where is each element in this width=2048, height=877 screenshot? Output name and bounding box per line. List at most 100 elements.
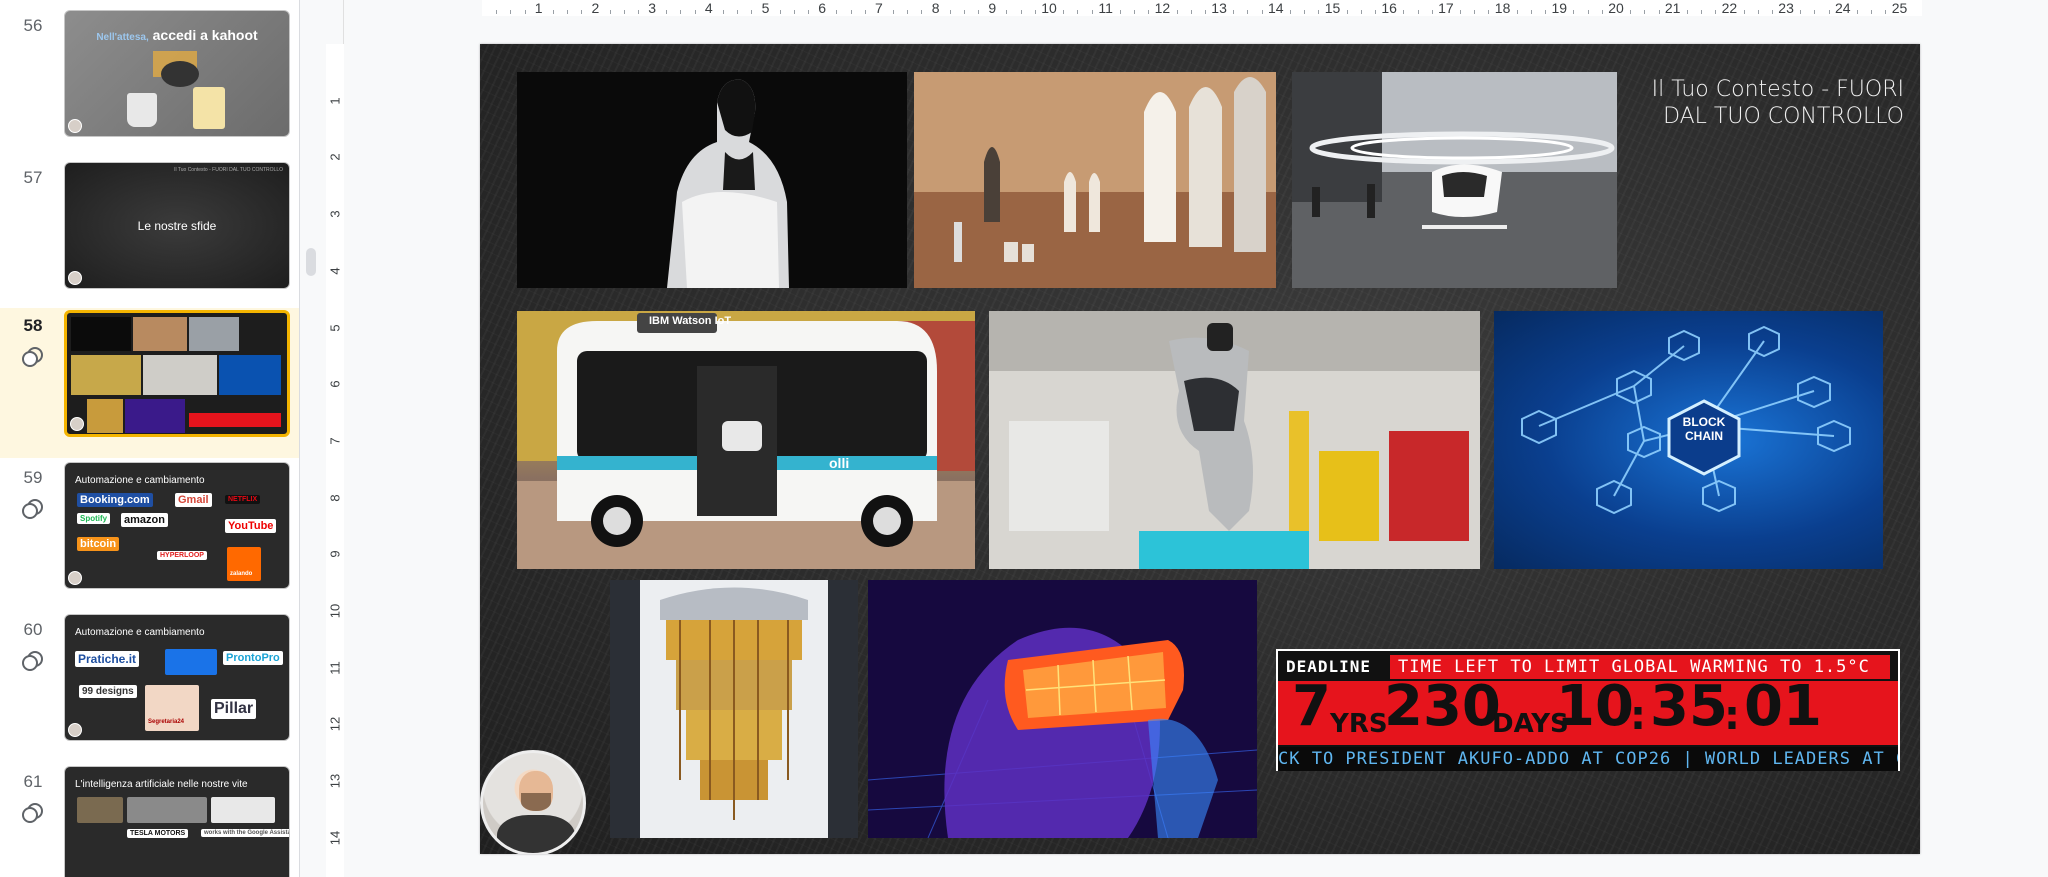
avatar — [68, 571, 82, 585]
vertical-ruler[interactable]: 1 2 3 4 5 6 7 8 9 10 11 12 13 14 — [326, 44, 344, 877]
avatar — [68, 723, 82, 737]
ruler-minor-tick — [1828, 10, 1830, 14]
ruler-tick-label: 17 — [1438, 0, 1454, 16]
ruler-tick-label: 22 — [1721, 0, 1738, 16]
clock-years-unit: YRS — [1330, 709, 1388, 739]
clock-seconds: 01 — [1744, 674, 1822, 739]
avatar — [70, 417, 84, 431]
filmstrip-slide-61[interactable]: 61 L'intelligenza artificiale nelle nost… — [0, 764, 299, 877]
ruler-minor-tick — [1488, 10, 1490, 14]
ruler-tick-label: 21 — [1664, 0, 1681, 16]
filmstrip-slide-58[interactable]: 58 — [0, 308, 299, 458]
slide-thumbnail[interactable]: Automazione e cambiamento Booking.com Gm… — [64, 462, 290, 589]
slide-filmstrip[interactable]: 56 Nell'attesa, accedi a kahoot 57 Il Tu… — [0, 0, 300, 877]
slide-number: 58 — [23, 316, 43, 335]
logo-gmail: Gmail — [175, 493, 212, 507]
slide-number: 59 — [23, 468, 43, 487]
thumb-atlas — [143, 355, 217, 395]
ruler-minor-tick — [921, 10, 923, 14]
image-atlas-robot[interactable] — [989, 311, 1480, 569]
ruler-minor-tick — [552, 10, 554, 14]
image-air-taxi-drone[interactable] — [1292, 72, 1617, 288]
ruler-minor-tick — [1530, 10, 1532, 14]
ruler-minor-tick — [1871, 10, 1873, 14]
ruler-minor-tick — [1800, 10, 1802, 14]
ruler-minor-tick — [779, 10, 781, 14]
logo-youtube: YouTube — [225, 519, 277, 533]
slide-title[interactable]: Il Tuo Contesto - FUORI DAL TUO CONTROLL… — [1604, 76, 1904, 130]
ruler-minor-tick — [1856, 10, 1858, 14]
ruler-minor-tick — [581, 10, 583, 14]
ruler-minor-tick — [1034, 10, 1036, 14]
ruler-minor-tick — [1176, 10, 1178, 14]
image-blockchain[interactable]: BLOCK CHAIN — [1494, 311, 1883, 569]
ruler-minor-tick — [1658, 10, 1660, 14]
image-vr-headset[interactable] — [868, 580, 1257, 838]
thumb-corner-text: Il Tuo Contesto - FUORI DAL TUO CONTROLL… — [174, 167, 283, 173]
bus-sign-label: IBM Watson IoT — [649, 315, 732, 327]
filmstrip-slide-57[interactable]: 57 Il Tuo Contesto - FUORI DAL TUO CONTR… — [0, 160, 299, 310]
ruler-minor-tick — [567, 10, 569, 14]
ruler-minor-tick — [1587, 10, 1589, 14]
clock-years: 7 — [1292, 674, 1331, 739]
ruler-tick-label: 9 — [988, 0, 997, 16]
blockchain-label: BLOCK CHAIN — [1682, 415, 1726, 443]
filmstrip-slide-56[interactable]: 56 Nell'attesa, accedi a kahoot — [0, 8, 299, 158]
ruler-minor-tick — [1516, 10, 1518, 14]
ruler-tick-label: 3 — [327, 210, 343, 218]
thumb-title: Le nostre sfide — [137, 219, 217, 233]
filmstrip-slide-59[interactable]: 59 Automazione e cambiamento Booking.com… — [0, 460, 299, 610]
ruler-minor-tick — [1403, 10, 1405, 14]
avatar — [68, 271, 82, 285]
ruler-minor-tick — [1077, 10, 1079, 14]
logo-hyperloop: HYPERLOOP — [157, 551, 207, 560]
slide-thumbnail[interactable]: Automazione e cambiamento Pratiche.it Pr… — [64, 614, 290, 741]
ruler-tick-label: 3 — [648, 0, 656, 16]
ruler-tick-label: 1 — [327, 97, 343, 105]
speaker-avatar[interactable] — [480, 750, 586, 854]
slide-thumbnail[interactable] — [64, 310, 290, 437]
image-autonomous-bus[interactable]: IBM Watson IoT olli — [517, 311, 975, 569]
ruler-minor-tick — [1474, 10, 1476, 14]
ruler-minor-tick — [1771, 10, 1773, 14]
filmstrip-slide-60[interactable]: 60 Automazione e cambiamento Pratiche.it… — [0, 612, 299, 762]
thumb-mars — [133, 317, 187, 351]
image-humanoid-robot[interactable] — [517, 72, 907, 288]
slide-thumbnail[interactable]: L'intelligenza artificiale nelle nostre … — [64, 766, 290, 877]
ruler-tick-label: 13 — [1211, 0, 1227, 16]
animation-icon[interactable] — [20, 650, 46, 672]
slide-thumbnail[interactable]: Il Tuo Contesto - FUORI DAL TUO CONTROLL… — [64, 162, 290, 289]
thumb-photo — [211, 797, 275, 823]
animation-icon[interactable] — [20, 346, 46, 368]
logo-zalando: zalando — [227, 547, 261, 581]
ruler-minor-tick — [1644, 10, 1646, 14]
animation-icon[interactable] — [20, 498, 46, 520]
animation-icon[interactable] — [20, 802, 46, 824]
ruler-tick-label: 23 — [1778, 0, 1794, 16]
ruler-tick-label: 4 — [327, 267, 343, 275]
image-quantum-computer[interactable] — [610, 580, 858, 838]
slide-number: 57 — [23, 168, 43, 187]
speaker-body — [497, 815, 575, 853]
ruler-minor-tick — [496, 10, 498, 14]
ruler-tick-label: 11 — [327, 660, 343, 675]
ruler-tick-label: 6 — [327, 380, 343, 388]
ruler-tick-label: 9 — [327, 550, 343, 558]
ruler-minor-tick — [722, 10, 724, 14]
image-mars-starships[interactable] — [914, 72, 1276, 288]
logo-prontopro: ProntoPro — [223, 651, 283, 665]
ruler-minor-tick — [808, 10, 810, 14]
ruler-minor-tick — [1630, 10, 1632, 14]
slide-thumbnail[interactable]: Nell'attesa, accedi a kahoot — [64, 10, 290, 137]
ruler-tick-label: 8 — [327, 493, 343, 502]
ruler-minor-tick — [1020, 10, 1022, 14]
ruler-tick-label: 4 — [704, 0, 713, 16]
clock-hours: 10 — [1556, 674, 1634, 739]
thumb-title: L'intelligenza artificiale nelle nostre … — [75, 779, 248, 790]
filmstrip-scrollbar[interactable] — [306, 248, 316, 276]
slide-canvas[interactable]: IBM Watson IoT olli BLOCK CHAIN DEADLINE… — [480, 44, 1920, 854]
ruler-tick-label: 19 — [1551, 0, 1568, 16]
horizontal-ruler[interactable]: 1 2 3 4 5 6 7 8 9 10 11 12 13 14 15 16 17 18 19 20 21 22 23 24 2… — [344, 0, 2048, 16]
ruler-minor-tick — [1148, 10, 1150, 14]
ruler-minor-tick — [1360, 10, 1362, 14]
